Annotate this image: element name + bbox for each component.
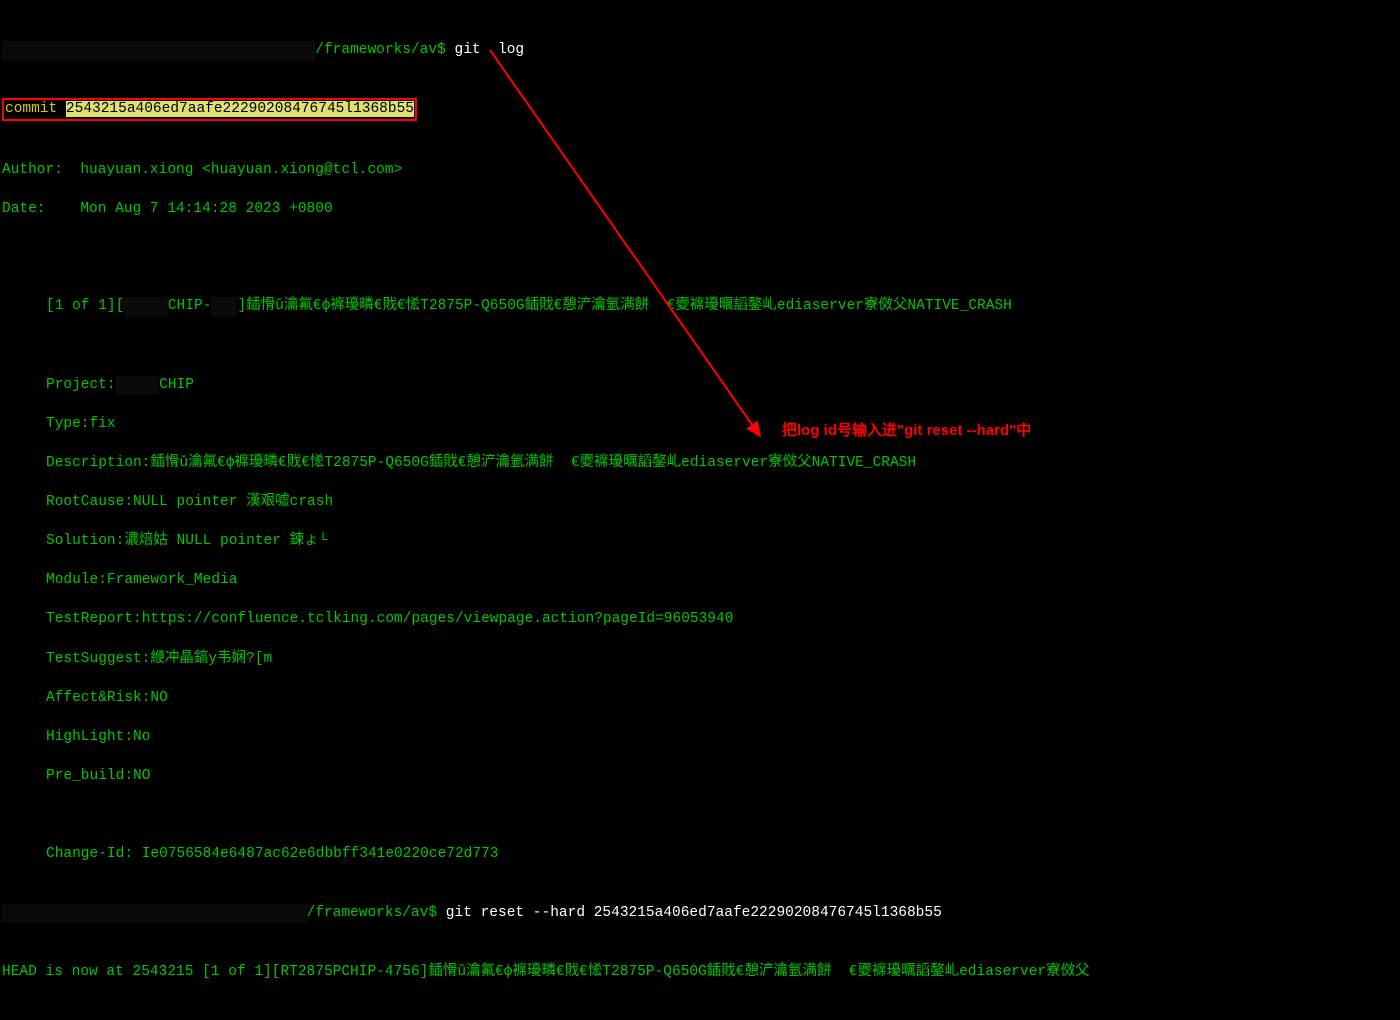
terminal[interactable]: ████████████████████████████████████/fra… — [2, 2, 1398, 1020]
commit-line: commit 2543215a406ed7aafe22290208476745l… — [2, 100, 1398, 122]
command-text: git log — [455, 42, 525, 58]
censored-block: ███████████████████████████████████ — [2, 904, 307, 924]
author-line: Author: huayuan.xiong <huayuan.xiong@tcl… — [2, 161, 1398, 181]
testreport-line: TestReport:https://confluence.tclking.co… — [2, 610, 1398, 630]
type-line: Type:fix — [2, 415, 1398, 435]
prebuild-line: Pre_build:NO — [2, 767, 1398, 787]
prompt-line-1: ████████████████████████████████████/fra… — [2, 41, 1398, 61]
path-text: /frameworks/av$ — [315, 42, 446, 58]
command-text: git reset --hard 2543215a406ed7aafe22290… — [446, 905, 942, 921]
module-line: Module:Framework_Media — [2, 571, 1398, 591]
commit-hash: 2543215a406ed7aafe22290208476745l1368b55 — [66, 101, 414, 117]
changeid-line: Change-Id: Ie0756584e6487ac62e6dbbff341e… — [2, 845, 1398, 865]
commit-label: commit — [5, 101, 66, 117]
subject-line: [1 of 1][█████CHIP-███]鍤愲ǔ瀹氟€ф褯瓇疄€戝€恡T28… — [2, 297, 1398, 317]
affect-line: Affect&Risk:NO — [2, 689, 1398, 709]
censored-block: ████████████████████████████████████ — [2, 41, 315, 61]
project-line: Project:█████CHIP — [2, 376, 1398, 396]
prompt-line-2: ███████████████████████████████████/fram… — [2, 904, 1398, 924]
description-line: Description:鍤愲ǔ瀹氟€ф褯瓇疄€戝€恡T2875P-Q650G鍤戝… — [2, 454, 1398, 474]
testsuggest-line: TestSuggest:緶冲晶鎬у⻙娴?[m — [2, 650, 1398, 670]
date-line: Date: Mon Aug 7 14:14:28 2023 +0800 — [2, 200, 1398, 220]
head-line: HEAD is now at 2543215 [1 of 1][RT2875PC… — [2, 963, 1398, 983]
path-text: /frameworks/av$ — [307, 905, 438, 921]
annotation-text: 把log id号输入进"git reset --hard"中 — [782, 421, 1031, 441]
highlight-line: HighLight:No — [2, 728, 1398, 748]
solution-line: Solution:濃焙姑 NULL pointer 鋉ょ└ — [2, 532, 1398, 552]
